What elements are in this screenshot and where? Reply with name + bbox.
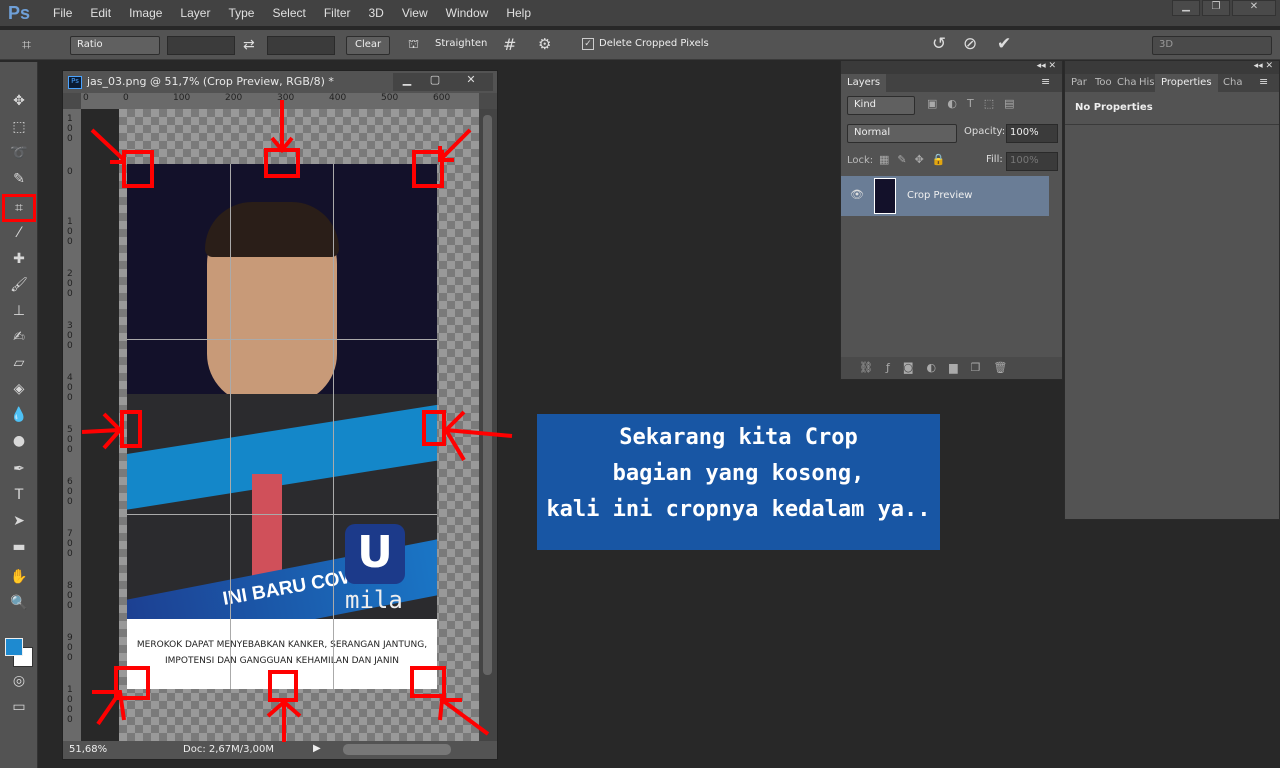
tab-character[interactable]: Cha <box>1217 74 1248 92</box>
annotation-box <box>122 150 154 188</box>
opacity-input[interactable]: 100% <box>1006 124 1058 143</box>
panel-menu-icon[interactable]: ≡ <box>1259 75 1268 88</box>
properties-panel: ◂◂ ✕ Par Too Cha His Properties Cha ≡ No… <box>1064 60 1280 520</box>
annotation-box <box>410 666 446 698</box>
fill-label: Fill: <box>986 154 1003 165</box>
arrow-icon <box>92 690 126 726</box>
callout-line: bagian yang kosong, <box>612 461 865 486</box>
blend-mode-select[interactable]: Normal <box>847 124 957 143</box>
arrow-icon <box>90 128 126 164</box>
callout-line: Sekarang kita Crop <box>619 425 858 450</box>
tutorial-callout: Sekarang kita Crop bagian yang kosong, k… <box>537 414 940 550</box>
tab-layers[interactable]: Layers <box>841 74 887 92</box>
fill-input[interactable]: 100% <box>1006 152 1058 171</box>
layer-thumbnail <box>874 178 896 214</box>
lock-icons[interactable]: ▦✎✥🔒 <box>879 153 954 166</box>
annotation-box <box>412 150 444 188</box>
arrow-icon <box>270 100 294 154</box>
arrow-icon <box>438 698 490 736</box>
filter-icons[interactable]: ▣◐T⬚▤ <box>927 97 1025 110</box>
panel-collapse-icon[interactable]: ◂◂ ✕ <box>1065 61 1279 74</box>
annotation-box <box>120 410 142 448</box>
annotation-box <box>268 670 298 702</box>
layers-panel: ◂◂ ✕ Layers ≡ Kind ▣◐T⬚▤ Normal Opacity:… <box>840 60 1063 380</box>
lock-label: Lock: <box>847 155 874 166</box>
visibility-eye-icon[interactable]: 👁 <box>850 188 864 201</box>
annotation-box <box>422 410 446 446</box>
annotation-box <box>264 148 300 178</box>
arrow-icon <box>266 699 302 742</box>
callout-line: kali ini cropnya kedalam ya.. <box>546 497 931 522</box>
tab-properties[interactable]: Properties <box>1155 74 1218 92</box>
layers-footer-icons[interactable]: ⛓ƒ◙◐▆❐🗑 <box>841 357 1062 379</box>
opacity-label: Opacity: <box>964 126 1006 137</box>
arrow-icon <box>438 128 472 162</box>
layer-row[interactable]: 👁 Crop Preview <box>841 176 1049 216</box>
arrow-icon <box>443 410 513 462</box>
divider <box>1065 124 1279 125</box>
panel-menu-icon[interactable]: ≡ <box>1041 75 1050 88</box>
arrow-icon <box>81 412 123 450</box>
layer-name[interactable]: Crop Preview <box>907 190 972 201</box>
panel-collapse-icon[interactable]: ◂◂ ✕ <box>841 61 1062 74</box>
filter-kind-select[interactable]: Kind <box>847 96 915 115</box>
no-properties-text: No Properties <box>1075 102 1153 113</box>
